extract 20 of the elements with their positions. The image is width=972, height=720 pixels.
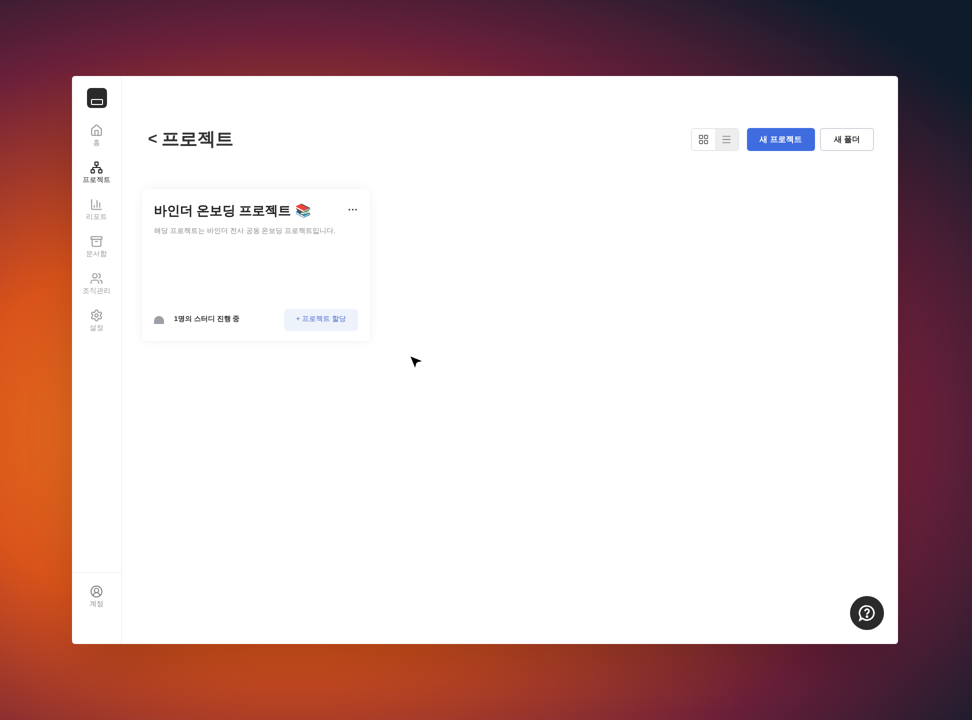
more-menu-button[interactable]: ··· (348, 203, 358, 218)
new-project-button[interactable]: 새 프로젝트 (746, 128, 815, 151)
sidebar-item-icon (90, 272, 103, 285)
list-view-button[interactable] (714, 129, 738, 150)
avatar-icon (154, 316, 164, 324)
sidebar-item-icon (90, 161, 103, 174)
sidebar-item-icon (90, 309, 103, 322)
page-title: 프로젝트 (161, 128, 234, 151)
help-button[interactable] (850, 596, 884, 630)
grid-icon (698, 134, 709, 145)
sidebar-item-icon (90, 124, 103, 137)
project-title: 바인더 온보딩 프로젝트 📚 (154, 202, 311, 220)
app-logo-icon (86, 88, 106, 108)
help-icon (858, 604, 876, 622)
account-icon (90, 585, 103, 598)
sidebar-item-icon (90, 198, 103, 211)
back-button[interactable]: < (148, 128, 158, 152)
new-folder-button[interactable]: 새 폴더 (820, 128, 874, 151)
list-icon (720, 134, 732, 145)
sidebar-item-icon (90, 235, 103, 248)
